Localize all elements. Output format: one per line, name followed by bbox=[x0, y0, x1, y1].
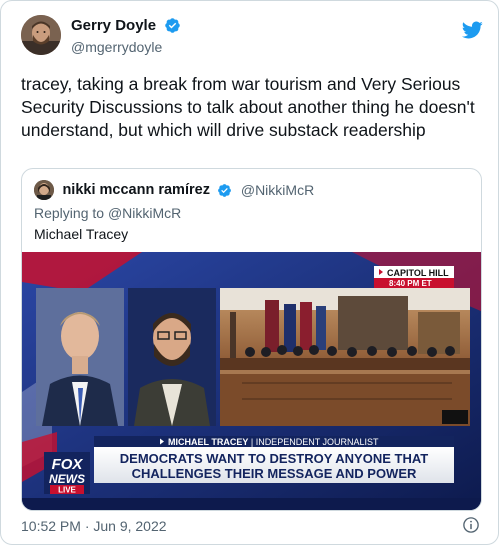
author-handle[interactable]: @mgerrydoyle bbox=[71, 39, 181, 55]
tweet-header: Gerry Doyle @mgerrydoyle bbox=[21, 15, 483, 59]
media-image: CAPITOL HILL 8:40 PM ET MICHAEL TRACEY |… bbox=[22, 252, 481, 510]
verified-badge-icon bbox=[164, 18, 180, 34]
replying-to-line: Replying to @NikkiMcR bbox=[34, 205, 181, 221]
logo-live: LIVE bbox=[58, 486, 76, 495]
headline-line1: DEMOCRATS WANT TO DESTROY ANYONE THAT bbox=[120, 451, 428, 466]
tweet-card: Gerry Doyle @mgerrydoyle tracey, taking … bbox=[0, 0, 499, 545]
avatar-image bbox=[21, 15, 61, 55]
tweet-text: tracey, taking a break from war tourism … bbox=[21, 74, 475, 140]
guest-video-panel bbox=[128, 288, 216, 426]
quoted-avatar-image bbox=[34, 180, 54, 200]
lower-third-name: MICHAEL TRACEY bbox=[168, 437, 248, 447]
lower-third-title: INDEPENDENT JOURNALIST bbox=[256, 437, 379, 447]
time-banner: 8:40 PM ET bbox=[389, 279, 432, 288]
twitter-bird-icon[interactable] bbox=[461, 19, 483, 41]
quoted-tweet[interactable]: nikki mccann ramírez @NikkiMcR Replying … bbox=[21, 168, 482, 511]
quoted-tweet-media[interactable]: CAPITOL HILL 8:40 PM ET MICHAEL TRACEY |… bbox=[22, 252, 481, 510]
replying-to-prefix: Replying to bbox=[34, 205, 108, 221]
hearing-room-panel bbox=[220, 288, 470, 426]
logo-news: NEWS bbox=[49, 472, 85, 486]
author-avatar[interactable] bbox=[21, 15, 61, 55]
fox-news-logo: FOX NEWS LIVE bbox=[44, 452, 90, 495]
quoted-author-handle: @NikkiMcR bbox=[240, 182, 315, 198]
quoted-tweet-text: Michael Tracey bbox=[34, 226, 129, 242]
location-banner: CAPITOL HILL bbox=[387, 268, 449, 278]
logo-fox: FOX bbox=[52, 456, 84, 473]
author-names: Gerry Doyle @mgerrydoyle bbox=[71, 17, 181, 55]
host-video-panel bbox=[36, 288, 124, 426]
quoted-tweet-header: nikki mccann ramírez @NikkiMcR bbox=[34, 180, 314, 200]
info-icon[interactable] bbox=[462, 516, 480, 534]
quoted-author-display-name: nikki mccann ramírez bbox=[62, 182, 210, 198]
tweet-timestamp[interactable]: 10:52 PM · Jun 9, 2022 bbox=[21, 518, 167, 534]
quoted-verified-badge-icon bbox=[218, 183, 232, 197]
headline-line2: CHALLENGES THEIR MESSAGE AND POWER bbox=[132, 466, 417, 481]
author-display-name[interactable]: Gerry Doyle bbox=[71, 17, 156, 34]
replying-to-mention[interactable]: @NikkiMcR bbox=[108, 205, 181, 221]
quoted-author-avatar bbox=[34, 180, 54, 200]
lower-third-text: MICHAEL TRACEY | INDEPENDENT JOURNALIST bbox=[168, 437, 379, 447]
